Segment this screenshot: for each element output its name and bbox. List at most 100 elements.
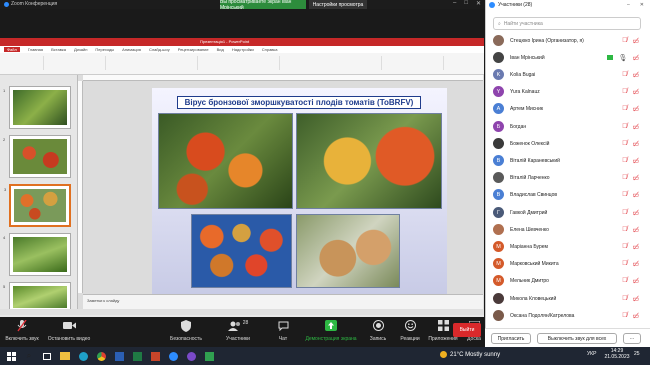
participant-row[interactable]: М Мельник Дмитро 🎙̸ ▭̸ [486, 272, 649, 289]
chat-button[interactable]: Чат [270, 317, 296, 347]
mic-off-icon: 🎙̸ [622, 157, 628, 165]
ribbon-tab-insert[interactable]: Вставка [51, 47, 66, 52]
paragraph-group[interactable] [200, 56, 280, 70]
task-view-icon[interactable] [40, 349, 54, 363]
ribbon-tab-view[interactable]: Вид [217, 47, 224, 52]
powerpoint-icon[interactable] [148, 349, 162, 363]
slide-thumbnail[interactable]: 4 [3, 233, 71, 276]
avatar: В [493, 155, 504, 167]
more-options-button[interactable]: ··· [623, 333, 641, 344]
security-button[interactable]: Безопасность [165, 317, 207, 347]
mute-all-button[interactable]: Выключить звук для всех [537, 333, 617, 344]
participant-row[interactable]: В Віталій Караневський 🎙̸ ▭̸ [486, 152, 649, 169]
ribbon-tab-design[interactable]: Дизайн [74, 47, 87, 52]
weather-widget[interactable]: 21°C Mostly sunny [440, 351, 500, 358]
file-explorer-icon[interactable] [58, 349, 72, 363]
video-off-icon: ▭̸ [632, 140, 639, 148]
invite-button[interactable]: Пригласить [491, 333, 531, 344]
smiley-icon [404, 317, 416, 334]
ribbon-tab-addins[interactable]: Надстройки [232, 47, 254, 52]
avatar: В [493, 189, 504, 201]
slide-thumbnail[interactable]: 2 [3, 135, 71, 178]
avatar: Б [493, 121, 504, 133]
participant-row[interactable]: Оксана Подолян/Катрелова 🎙̸ ▭̸ [486, 307, 649, 324]
slide-thumbnail-selected[interactable]: 3 [4, 184, 71, 227]
participant-row[interactable]: Елена Шевченко 🎙̸ ▭̸ [486, 221, 649, 238]
editing-group[interactable] [384, 56, 444, 70]
zoom-taskbar-icon[interactable] [166, 349, 180, 363]
avatar: Y [493, 86, 504, 98]
clock[interactable]: 14:29 21.05.2023 [604, 348, 630, 360]
unmute-button[interactable]: Включить звук [2, 317, 42, 347]
clipboard-group[interactable] [4, 56, 44, 70]
reactions-button[interactable]: Реакции [396, 317, 424, 347]
maximize-icon[interactable]: □ [464, 0, 468, 9]
shield-icon [181, 317, 191, 334]
participant-row[interactable]: Іван Мрінський 🎙 ▭̸ [486, 49, 649, 66]
tomato-photo-2 [296, 113, 442, 209]
minimize-icon[interactable]: – [453, 0, 456, 9]
ribbon-tab-slideshow[interactable]: Слайд-шоу [149, 47, 170, 52]
mic-off-icon: 🎙̸ [622, 123, 628, 131]
edge-icon[interactable] [76, 349, 90, 363]
participant-search-input[interactable]: ⌕ Найти участника [493, 17, 641, 30]
participants-button[interactable]: 28 Участники [218, 317, 258, 347]
video-off-icon: ▭̸ [632, 260, 639, 268]
slide-notes-area[interactable]: Заметки к слайду [83, 294, 483, 309]
ribbon-tab-transitions[interactable]: Переходы [95, 47, 114, 52]
participant-row[interactable]: А Артем Мисник 🎙̸ ▭̸ [486, 100, 649, 117]
exit-meeting-button[interactable]: Выйти [453, 323, 481, 337]
slide-thumbnail[interactable]: 5 [3, 282, 71, 312]
app-icon[interactable] [202, 349, 216, 363]
minimize-icon[interactable]: – [627, 2, 630, 8]
slides-group[interactable] [46, 56, 106, 70]
participant-row[interactable]: Боженок Олексій 🎙̸ ▭̸ [486, 135, 649, 152]
record-button[interactable]: Запись [364, 317, 392, 347]
video-icon [62, 317, 76, 334]
participant-row[interactable]: В Владислав Свинцов 🎙̸ ▭̸ [486, 186, 649, 203]
chat-icon [278, 317, 289, 334]
participant-row[interactable]: М Марковський Микита 🎙̸ ▭̸ [486, 255, 649, 272]
avatar [493, 172, 504, 184]
ribbon-tab-help[interactable]: Справка [262, 47, 278, 52]
horizontal-ruler [83, 75, 483, 81]
participant-row[interactable]: Микола Кловецький 🎙̸ ▭̸ [486, 290, 649, 307]
notification-badge[interactable]: 25 [634, 351, 640, 357]
participant-row[interactable]: Б Богдан 🎙̸ ▭̸ [486, 118, 649, 135]
participant-row[interactable]: K Kolia Bugai 🎙̸ ▭̸ [486, 66, 649, 83]
ribbon-tab-home[interactable]: Главная [28, 47, 43, 52]
view-options-button[interactable]: Настройки просмотра [309, 0, 367, 9]
mic-off-icon: 🎙̸ [622, 140, 628, 148]
close-icon[interactable]: ✕ [640, 2, 644, 8]
drawing-group[interactable] [282, 56, 382, 70]
ribbon-tab-review[interactable]: Рецензирование [178, 47, 209, 52]
participant-row[interactable]: Y Yura Kalnauz 🎙̸ ▭̸ [486, 83, 649, 100]
search-taskbar-icon[interactable]: ⌕ [22, 349, 36, 363]
close-icon[interactable]: ✕ [476, 0, 481, 9]
participant-row[interactable]: Г Гавкой Дмитрий 🎙̸ ▭̸ [486, 204, 649, 221]
video-off-icon: ▭̸ [632, 37, 639, 45]
chrome-icon[interactable] [94, 349, 108, 363]
share-screen-button[interactable]: Демонстрация экрана [303, 317, 359, 347]
avatar: Г [493, 207, 504, 219]
keyboard-language[interactable]: УКР [587, 351, 596, 357]
participant-row[interactable]: Віталій Ларченко 🎙̸ ▭̸ [486, 169, 649, 186]
zoom-logo-icon [4, 1, 9, 7]
ribbon-tab-animations[interactable]: Анимация [122, 47, 141, 52]
slide-thumbnail[interactable]: 1 [3, 86, 71, 129]
window-title: Zoom Конференция [4, 1, 57, 7]
mic-off-icon: 🎙̸ [622, 191, 628, 199]
avatar: М [493, 241, 504, 253]
avatar [493, 224, 504, 236]
word-icon[interactable] [112, 349, 126, 363]
stop-video-button[interactable]: Остановить видео [46, 317, 92, 347]
ribbon-tab-file[interactable]: Файл [4, 47, 20, 52]
participant-row[interactable]: М Маріанна Бурем 🎙̸ ▭̸ [486, 238, 649, 255]
tomato-photo-4 [296, 214, 400, 288]
video-off-icon: ▭̸ [632, 277, 639, 285]
start-button[interactable] [4, 349, 18, 363]
participant-row[interactable]: Стецюко Ірина (Организатор, я) 🎙̸ ▭̸ [486, 32, 649, 49]
excel-icon[interactable] [130, 349, 144, 363]
font-group[interactable] [108, 56, 198, 70]
viber-icon[interactable] [184, 349, 198, 363]
